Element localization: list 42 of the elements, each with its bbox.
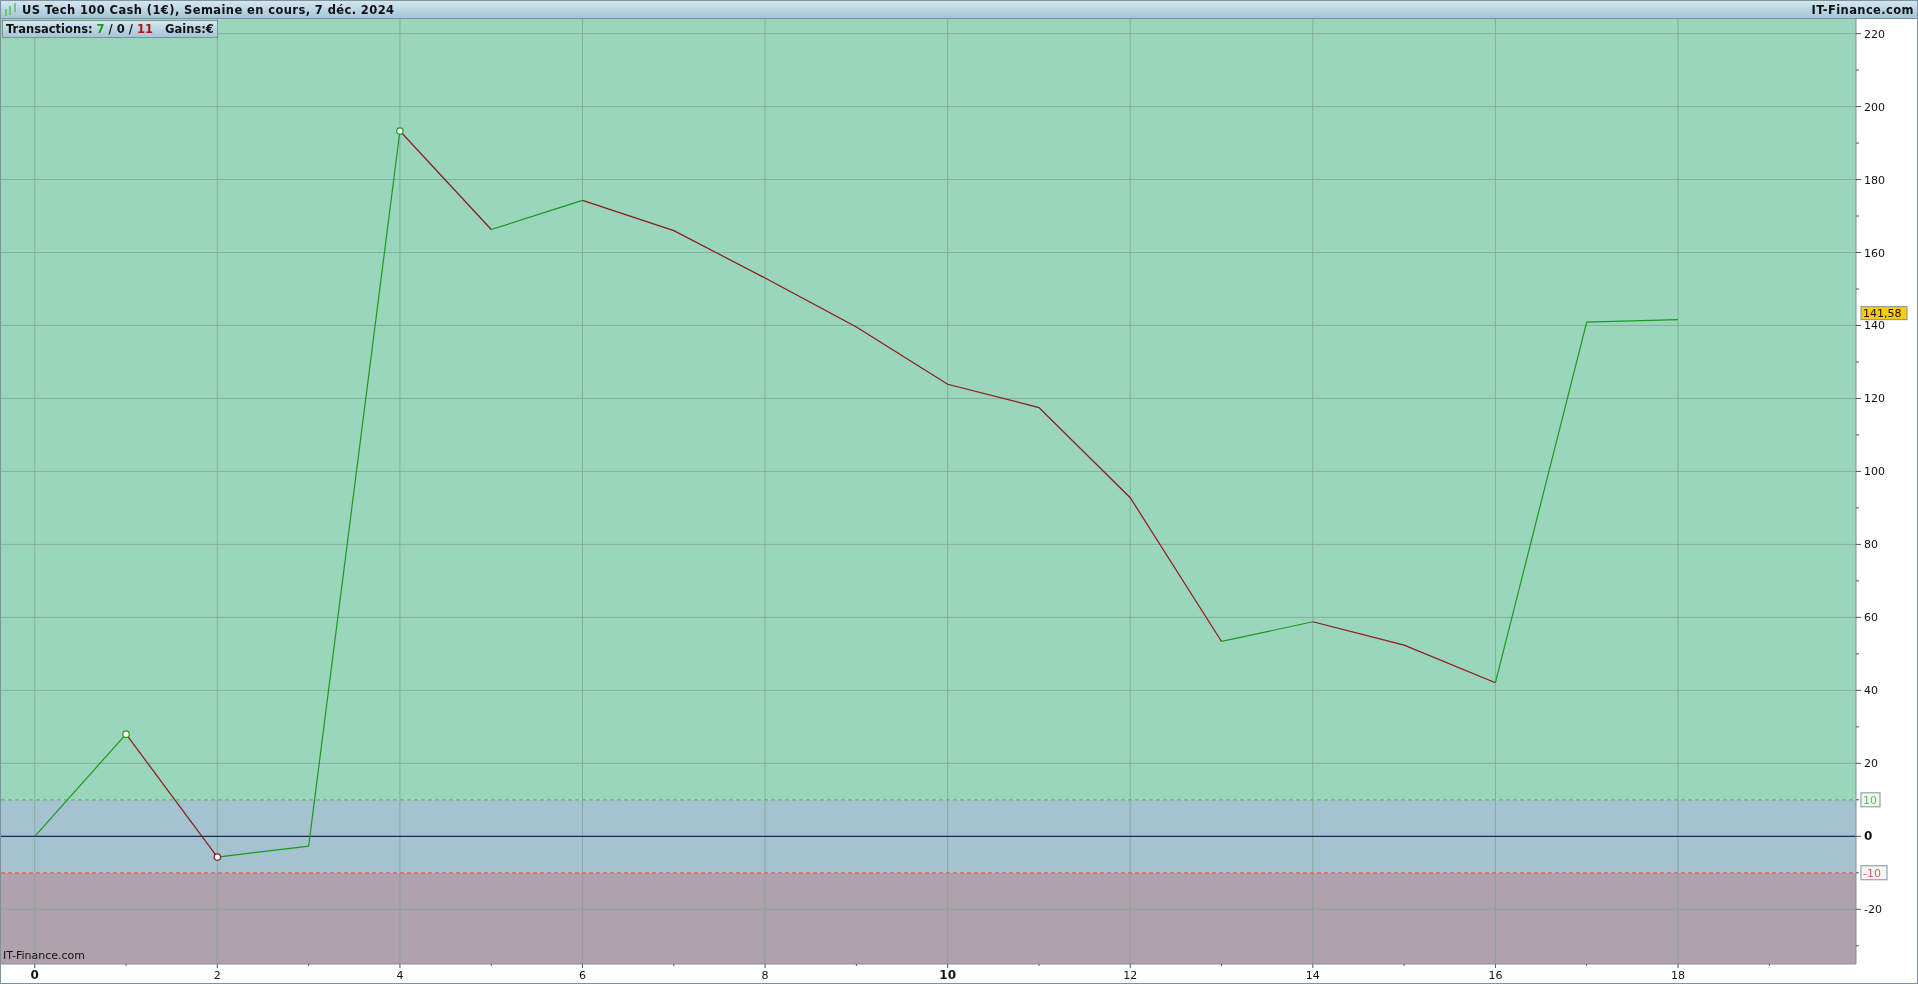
x-tick-label: 18 xyxy=(1671,969,1685,982)
candlestick-icon xyxy=(4,3,18,16)
x-tick-label: 8 xyxy=(761,969,769,982)
trade-marker xyxy=(122,730,130,738)
y-tick-label: 220 xyxy=(1864,27,1885,41)
x-tick-label: 10 xyxy=(939,968,956,982)
x-tick-label: 2 xyxy=(213,969,221,982)
chart-title: US Tech 100 Cash (1€), Semaine en cours, 7 déc. 2024 xyxy=(22,2,395,17)
y-tick-label: 120 xyxy=(1864,392,1885,406)
y-tick-label: 100 xyxy=(1864,465,1885,479)
threshold-label: -10 xyxy=(1860,865,1888,881)
y-tick-label: 180 xyxy=(1864,173,1885,187)
last-value-tag: 141,58 xyxy=(1860,306,1908,321)
transaction-count: 11 xyxy=(137,22,154,36)
x-tick-label: 4 xyxy=(396,969,404,982)
x-tick-label: 14 xyxy=(1305,969,1320,982)
transaction-count: 0 xyxy=(116,22,125,36)
transaction-count: 7 xyxy=(96,22,105,36)
trade-marker xyxy=(396,127,404,135)
y-tick-label: -20 xyxy=(1864,903,1882,917)
y-tick-label: 0 xyxy=(1864,829,1873,844)
gains-label: Gains:€ xyxy=(165,22,214,36)
transactions-label: Transactions: xyxy=(6,22,93,36)
ref-line-label: 10 xyxy=(1863,793,1877,807)
y-tick-label: 40 xyxy=(1864,684,1878,698)
x-tick-label: 0 xyxy=(30,968,39,982)
y-tick-label: 20 xyxy=(1864,757,1878,771)
y-tick-label: 80 xyxy=(1864,538,1878,552)
ref-line-label: -10 xyxy=(1863,866,1881,880)
trade-marker xyxy=(213,853,222,861)
x-tick-label: 12 xyxy=(1123,969,1138,982)
threshold-label: 10 xyxy=(1860,792,1881,808)
x-tick-label: 6 xyxy=(579,969,586,982)
y-tick-label: 140 xyxy=(1864,319,1885,333)
separator: / xyxy=(108,22,113,36)
y-tick-label: 160 xyxy=(1864,246,1885,260)
y-tick-label: 60 xyxy=(1864,611,1878,625)
y-tick-label: 200 xyxy=(1864,100,1885,114)
separator: / xyxy=(128,22,134,36)
credit-label: IT-Finance.com xyxy=(3,949,85,962)
x-tick-label: 16 xyxy=(1488,969,1503,982)
site-name: IT-Finance.com xyxy=(1811,2,1914,17)
